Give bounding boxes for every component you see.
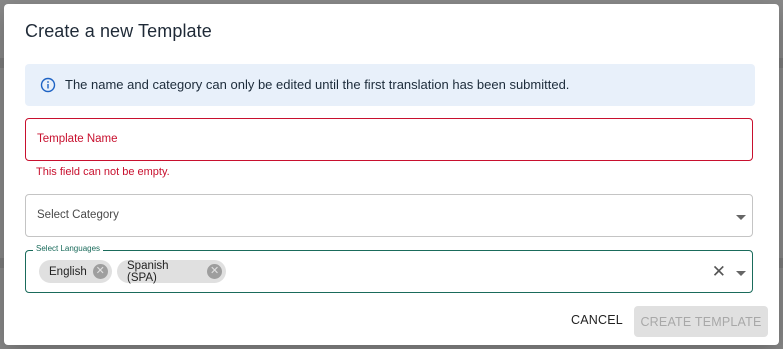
chevron-down-icon[interactable]	[736, 215, 746, 220]
template-name-field[interactable]: Template Name	[25, 118, 753, 161]
info-banner: The name and category can only be edited…	[25, 64, 755, 106]
cancel-circle-icon[interactable]: ✕	[207, 264, 222, 279]
cancel-button[interactable]: CANCEL	[564, 306, 630, 334]
chip-label: Spanish (SPA)	[127, 259, 169, 284]
create-template-dialog: Create a new Template The name and categ…	[4, 4, 779, 345]
info-message: The name and category can only be edited…	[65, 77, 570, 92]
template-name-label: Template Name	[37, 133, 118, 145]
template-name-error: This field can not be empty.	[36, 166, 170, 178]
languages-select[interactable]: Select Languages English ✕ Spanish (SPA)…	[25, 244, 753, 293]
chevron-down-icon[interactable]	[736, 271, 746, 276]
languages-label: Select Languages	[33, 244, 104, 253]
create-template-button[interactable]: CREATE TEMPLATE	[634, 306, 768, 337]
info-icon	[40, 77, 56, 93]
dialog-title: Create a new Template	[25, 21, 212, 41]
close-icon[interactable]: ✕	[712, 263, 726, 280]
category-select[interactable]: Select Category	[25, 194, 753, 237]
language-chip-spanish: Spanish (SPA) ✕	[117, 259, 226, 284]
language-chip-english: English ✕	[39, 260, 112, 283]
chip-label: English	[49, 265, 87, 278]
cancel-circle-icon[interactable]: ✕	[92, 264, 108, 279]
category-label: Select Category	[37, 209, 119, 221]
